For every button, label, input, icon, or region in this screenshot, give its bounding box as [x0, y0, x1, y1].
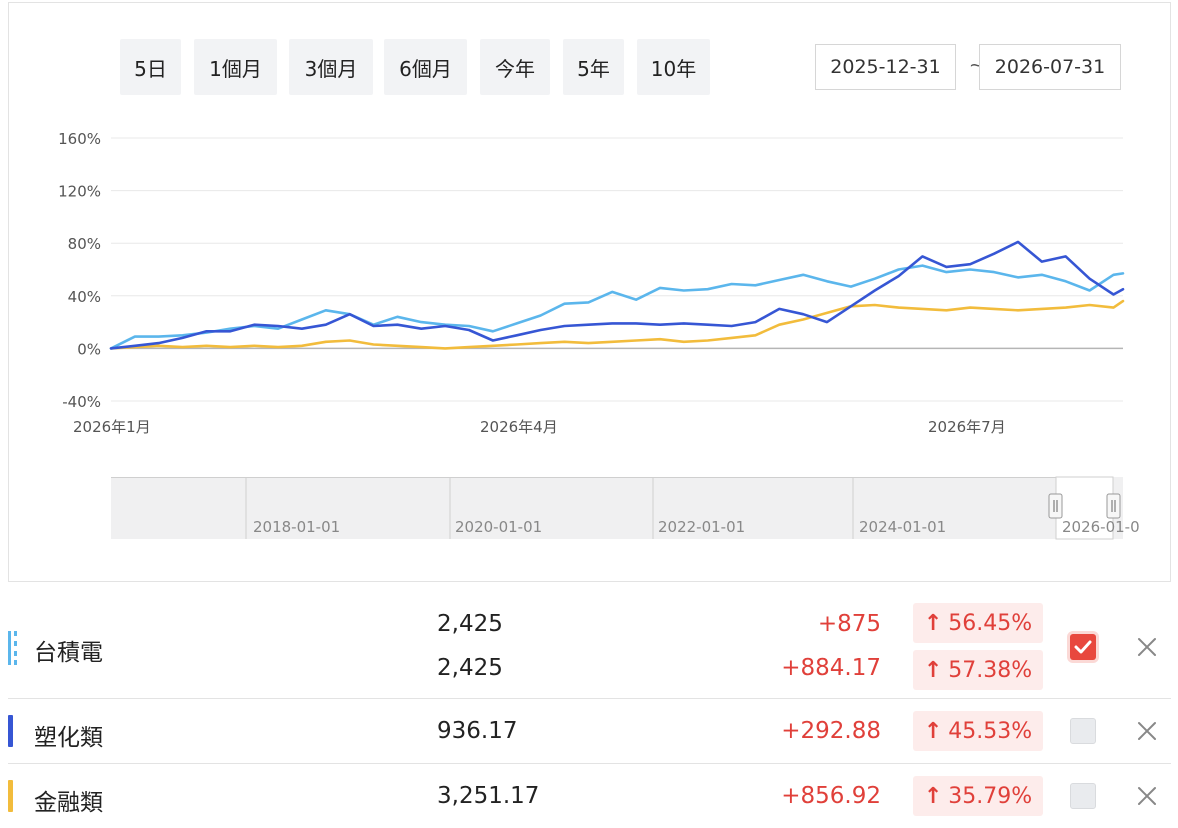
arrow-up-icon: ↑ — [923, 657, 943, 683]
row-price: 3,251.17 — [437, 783, 540, 809]
arrow-up-icon: ↑ — [923, 783, 943, 809]
series-color-marker — [8, 780, 13, 812]
series-color-marker — [8, 631, 17, 665]
pct-change-badge-secondary: ↑ 57.38% — [913, 650, 1043, 690]
pct-change-badge: ↑ 45.53% — [913, 711, 1043, 751]
close-icon[interactable] — [1136, 785, 1158, 807]
row-price: 2,425 — [437, 611, 503, 637]
navigator-label: 2026-01-0 — [1062, 518, 1140, 536]
x-tick-label: 2026年4月 — [480, 418, 558, 436]
y-axis-ticks: 160% 120% 80% 40% 0% -40% — [58, 130, 101, 411]
row-change: +875 — [817, 611, 881, 637]
line-chart: 160%120%80%40%0%-40% 2026年1月 2026年4月 2026年… — [58, 130, 1140, 540]
close-icon[interactable] — [1136, 720, 1158, 742]
navigator-label: 2022-01-01 — [658, 518, 745, 536]
chart-series — [109, 240, 1125, 350]
y-tick-label: 80% — [68, 235, 101, 253]
row-price: 936.17 — [437, 718, 518, 744]
y-tick-label: 40% — [68, 288, 101, 306]
check-icon — [1074, 640, 1092, 654]
row-name: 塑化類 — [34, 725, 103, 751]
row-price-secondary: 2,425 — [437, 655, 503, 681]
row-divider — [8, 763, 1171, 764]
compare-checkbox[interactable] — [1070, 718, 1096, 744]
navigator-right-handle[interactable] — [1106, 493, 1121, 519]
y-tick-label: -40% — [62, 393, 101, 411]
series-line-2 — [109, 240, 1125, 350]
close-icon[interactable] — [1136, 636, 1158, 658]
row-change: +856.92 — [781, 783, 881, 809]
pct-change-value: 56.45% — [948, 610, 1033, 636]
pct-change-value: 57.38% — [948, 657, 1033, 683]
navigator-label: 2020-01-01 — [455, 518, 542, 536]
compare-checkbox[interactable] — [1070, 783, 1096, 809]
pct-change-value: 35.79% — [948, 783, 1033, 809]
series-color-marker — [8, 715, 13, 747]
navigator-left-handle[interactable] — [1048, 493, 1063, 519]
navigator-label: 2018-01-01 — [253, 518, 340, 536]
pct-change-value: 45.53% — [948, 718, 1033, 744]
compare-checkbox[interactable] — [1070, 634, 1096, 660]
pct-change-badge: ↑ 35.79% — [913, 776, 1043, 816]
x-axis-ticks: 2026年1月 2026年4月 2026年7月 — [73, 418, 1006, 436]
navigator-top-border — [111, 477, 1123, 478]
pct-change-badge: ↑ 56.45% — [913, 603, 1043, 643]
x-tick-label: 2026年1月 — [73, 418, 151, 436]
navigator-label: 2024-01-01 — [859, 518, 946, 536]
row-divider — [8, 698, 1171, 699]
row-change-secondary: +884.17 — [781, 655, 881, 681]
x-tick-label: 2026年7月 — [928, 418, 1006, 436]
navigator[interactable]: 2018-01-01 2020-01-01 2022-01-01 2024-01-01… — [111, 476, 1140, 540]
row-name: 台積電 — [34, 640, 103, 666]
arrow-up-icon: ↑ — [923, 610, 943, 636]
y-tick-label: 120% — [58, 183, 101, 201]
arrow-up-icon: ↑ — [923, 718, 943, 744]
y-tick-label: 0% — [77, 340, 101, 358]
y-tick-label: 160% — [58, 130, 101, 148]
row-name: 金融類 — [34, 790, 103, 816]
row-change: +292.88 — [781, 718, 881, 744]
